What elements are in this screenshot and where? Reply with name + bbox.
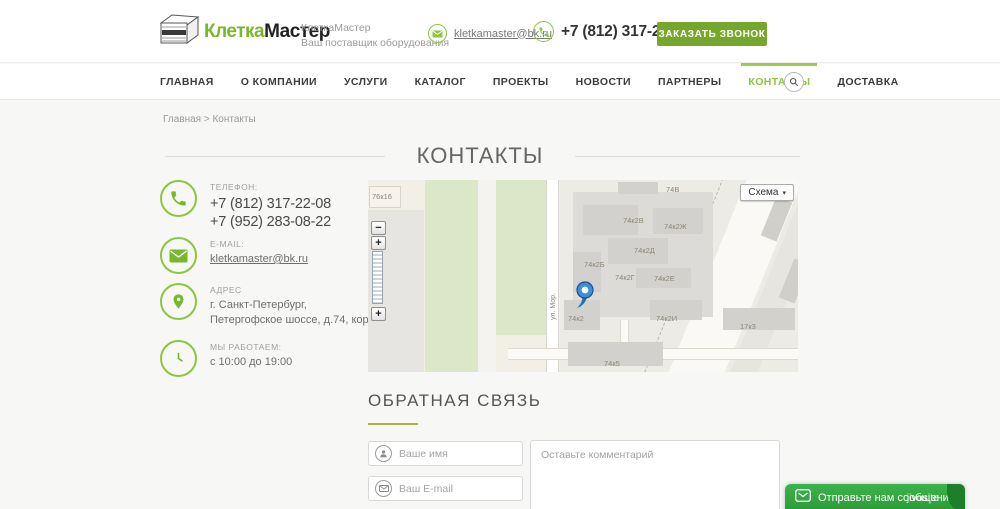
email-label: E-MAIL: [210,239,308,249]
map-building [723,308,795,330]
cage-logo-icon [158,11,200,52]
nav-item-news[interactable]: НОВОСТИ [576,64,631,100]
zoom-slider[interactable] [372,251,383,304]
map-building-label: 74к2В [623,216,644,225]
map-building-label: 74к2И [656,314,677,323]
map-building-label: 74к2Е [654,274,675,283]
hours-label: МЫ РАБОТАЕМ: [210,342,292,352]
chat-envelope-icon [795,489,811,507]
contact-address-block: АДРЕС г. Санкт-Петербург, Петергофское ш… [160,283,387,329]
chat-widget[interactable]: Отправьте нам сообщение jivosite [785,484,965,509]
zoom-in-bottom-button[interactable]: + [371,307,386,321]
title-divider-left [165,156,385,157]
map-layer-button[interactable]: Схема ▾ [740,184,794,201]
map-path [478,180,496,372]
map-building-label: 17к3 [740,322,756,331]
order-call-button[interactable]: ЗАКАЗАТЬ ЗВОНОК [657,22,767,46]
map-building-label: 74к5 [604,359,620,368]
nav-item-home[interactable]: ГЛАВНАЯ [160,64,214,100]
map-building-label: 74к2 [568,314,584,323]
nav-item-partners[interactable]: ПАРТНЕРЫ [658,64,721,100]
map-street [546,180,559,372]
chevron-down-icon: ▾ [782,189,786,197]
email-input[interactable] [368,476,523,501]
breadcrumb-current: Контакты [212,114,255,125]
contact-hours-block: МЫ РАБОТАЕМ: с 10:00 до 19:00 [160,340,292,377]
breadcrumb-home-link[interactable]: Главная [163,114,201,125]
nav-item-delivery[interactable]: ДОСТАВКА [837,64,898,100]
title-divider-right [575,156,800,157]
chat-brand-label: jivosite [907,492,939,504]
address-line1: г. Санкт-Петербург, [210,298,387,313]
map[interactable]: 76к16 74В 74к2В 74к2Ж 74к2Д 74к2Б 74к2Г … [368,180,798,372]
phone-number-1: +7 (812) 317-22-08 [210,195,331,213]
map-park [425,180,478,372]
zoom-in-button[interactable]: + [371,236,386,250]
contact-email-block: E-MAIL: kletkamaster@bk.ru [160,237,308,274]
chat-leaf-decoration [947,484,965,509]
phone-number-2: +7 (952) 283-08-22 [210,213,331,231]
map-pin-marker [573,280,597,315]
nav-item-catalog[interactable]: КАТАЛОГ [415,64,466,100]
contacts-page: КлеткаМастер КлеткаМастер Ваш поставщик … [0,0,1000,509]
search-icon [789,77,799,87]
map-building-label: 74к2Ж [664,222,687,231]
search-button[interactable] [784,72,804,92]
phone-label: ТЕЛЕФОН: [210,182,331,192]
contact-phone-block: ТЕЛЕФОН: +7 (812) 317-22-08 +7 (952) 283… [160,180,331,231]
feedback-title: ОБРАТНАЯ СВЯЗЬ [368,391,541,411]
map-building-label: 76к16 [372,192,392,201]
location-pin-icon [160,283,197,320]
address-line2: Петергофское шоссе, д.74, корп.2. [210,313,387,328]
nav-item-services[interactable]: УСЛУГИ [344,64,388,100]
map-layer-label: Схема [748,187,778,198]
map-building-label: 74к2Д [634,246,655,255]
zoom-out-button[interactable]: − [371,221,386,235]
breadcrumb-separator: > [204,114,210,125]
envelope-icon [428,24,447,43]
address-label: АДРЕС [210,285,387,295]
envelope-icon [160,237,197,274]
map-building-label: 74к2Г [615,273,635,282]
map-building-label: 74В [666,185,679,194]
phone-icon [160,180,197,217]
hours-value: с 10:00 до 19:00 [210,355,292,370]
contact-email-link[interactable]: kletkamaster@bk.ru [210,253,308,265]
nav-item-projects[interactable]: ПРОЕКТЫ [493,64,549,100]
name-input[interactable] [368,441,523,466]
phone-icon [533,21,554,42]
header: КлеткаМастер КлеткаМастер Ваш поставщик … [0,0,1000,63]
map-street-label: ул. Мор. [550,293,557,320]
nav-item-about[interactable]: О КОМПАНИИ [241,64,317,100]
map-park [496,180,546,335]
header-tagline: КлеткаМастер Ваш поставщик оборудования [301,21,449,51]
map-building-label: 74к2Б [584,260,605,269]
map-building [618,182,658,194]
feedback-title-underline [368,423,418,425]
clock-icon [160,340,197,377]
breadcrumb: Главная > Контакты [163,114,256,125]
main-nav: ГЛАВНАЯ О КОМПАНИИ УСЛУГИ КАТАЛОГ ПРОЕКТ… [0,64,1000,100]
page-title: КОНТАКТЫ [385,143,575,169]
comment-textarea[interactable] [530,440,780,509]
